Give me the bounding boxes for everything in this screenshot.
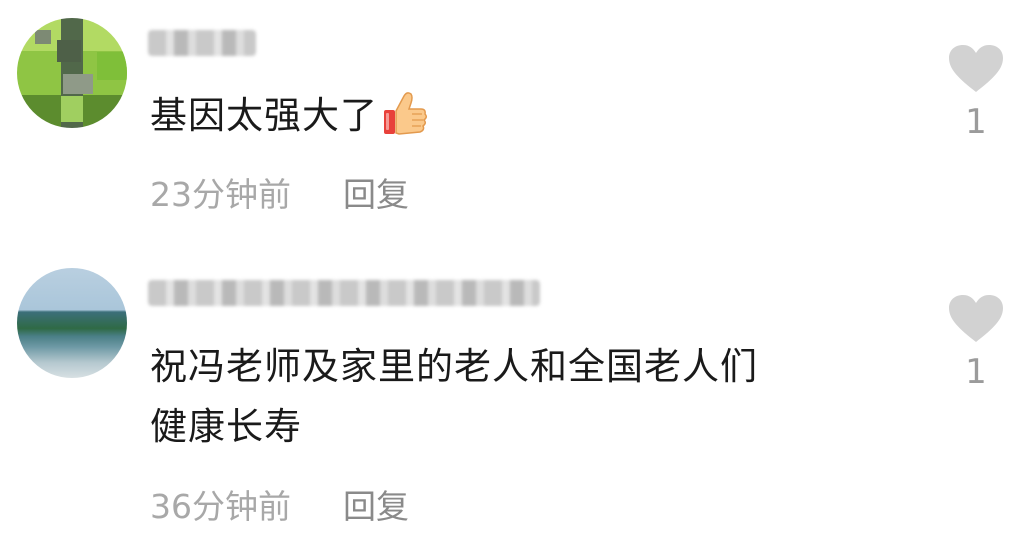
- username-blurred[interactable]: [148, 30, 256, 56]
- comment-meta: 36分钟前 回复: [150, 480, 409, 528]
- comment-time: 23分钟前: [150, 175, 291, 214]
- like-button[interactable]: 1: [946, 294, 1006, 392]
- comment-text: 基因太强大了: [150, 86, 428, 146]
- comment-text: 祝冯老师及家里的老人和全国老人们 健康长寿: [150, 337, 758, 457]
- comment-item-1: 基因太强大了 23分钟前 回复 1: [0, 0, 1015, 250]
- thumbs-up-icon: [382, 90, 428, 138]
- like-count: 1: [965, 352, 987, 392]
- comment-text-line-1: 祝冯老师及家里的老人和全国老人们: [150, 345, 758, 388]
- comment-text-line-2: 健康长寿: [150, 405, 302, 448]
- avatar[interactable]: [17, 18, 127, 128]
- reply-button[interactable]: 回复: [343, 175, 409, 214]
- comment-time: 36分钟前: [150, 487, 291, 526]
- like-count: 1: [965, 102, 987, 142]
- comment-meta: 23分钟前 回复: [150, 168, 409, 216]
- heart-icon[interactable]: [948, 44, 1004, 94]
- reply-button[interactable]: 回复: [343, 487, 409, 526]
- username-blurred[interactable]: [148, 280, 540, 306]
- heart-icon[interactable]: [948, 294, 1004, 344]
- comment-text-content: 基因太强大了: [150, 94, 378, 137]
- avatar[interactable]: [17, 268, 127, 378]
- comment-item-2: 祝冯老师及家里的老人和全国老人们 健康长寿 36分钟前 回复 1: [0, 250, 1015, 535]
- like-button[interactable]: 1: [946, 44, 1006, 142]
